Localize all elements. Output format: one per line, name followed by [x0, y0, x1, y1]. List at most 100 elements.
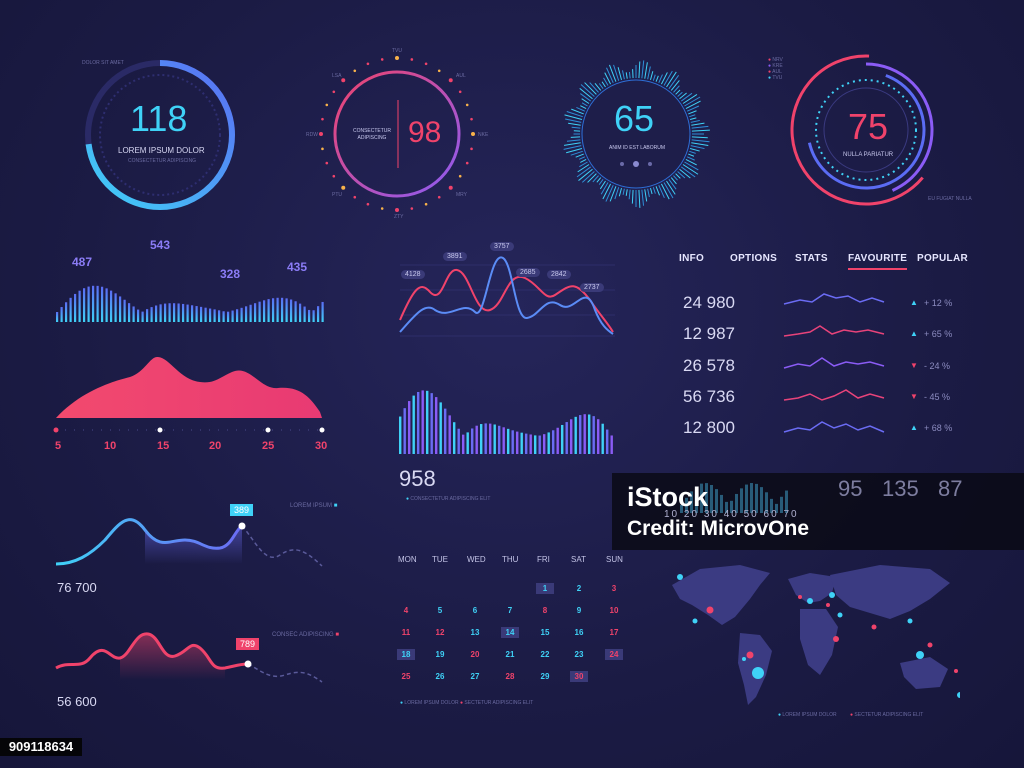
- peak-value-0: 487: [72, 255, 93, 269]
- calendar-day[interactable]: 29: [536, 671, 554, 682]
- calendar-header: FRI: [537, 555, 550, 564]
- gauge-ray: [568, 122, 581, 126]
- calendar-day[interactable]: 12: [431, 627, 449, 638]
- gauge-ray: [652, 74, 656, 81]
- stat-pct-3: - 45 %: [924, 392, 951, 402]
- calendar-day[interactable]: 9: [570, 605, 588, 616]
- map-legend-0: ● LOREM IPSUM DOLOR: [778, 712, 837, 718]
- gauge-1-top-label: DOLOR SIT AMET: [82, 60, 124, 66]
- gauge-ray: [681, 92, 693, 102]
- calendar-day[interactable]: 27: [466, 671, 484, 682]
- gauge-2-tick-2: NKE: [478, 132, 489, 138]
- overlay-number-0: 95: [838, 476, 863, 501]
- calendar-day[interactable]: 21: [501, 649, 519, 660]
- calendar-day[interactable]: 28: [501, 671, 519, 682]
- calendar-day[interactable]: 25: [397, 671, 415, 682]
- tab-popular[interactable]: POPULAR: [917, 253, 968, 264]
- calendar-day[interactable]: 19: [431, 649, 449, 660]
- calendar-day[interactable]: 6: [466, 605, 484, 616]
- gauge-ray: [621, 70, 625, 80]
- tab-info[interactable]: INFO: [679, 253, 704, 264]
- peak-bar: [245, 306, 248, 322]
- peak-bar: [92, 285, 95, 322]
- peak-bar: [231, 310, 234, 322]
- calendar-day[interactable]: 26: [431, 671, 449, 682]
- peak-bar: [119, 296, 122, 322]
- calendar-day[interactable]: 15: [536, 627, 554, 638]
- calendar-day[interactable]: 11: [397, 627, 415, 638]
- calendar-day[interactable]: 1: [536, 583, 554, 594]
- calendar-day[interactable]: 7: [501, 605, 519, 616]
- calendar-day[interactable]: 23: [570, 649, 588, 660]
- calendar-day[interactable]: 10: [605, 605, 623, 616]
- gauge-dot: [341, 185, 346, 190]
- map-dot: [706, 606, 714, 614]
- map-dot: [826, 603, 830, 607]
- calendar-day[interactable]: 8: [536, 605, 554, 616]
- gauge-ray: [660, 183, 670, 200]
- calendar-day[interactable]: 13: [466, 627, 484, 638]
- calendar-day[interactable]: 30: [570, 671, 588, 682]
- gauge-1-sub: CONSECTETUR ADIPISCING: [128, 158, 197, 164]
- bar-chart-bar: [525, 433, 528, 454]
- calendar-legend-1: ● SECTETUR ADIPISCING ELIT: [460, 700, 534, 706]
- gauge-ray: [689, 117, 697, 120]
- wave-1-value: 76 700: [57, 580, 97, 595]
- peak-bar: [83, 288, 86, 322]
- gauge-ray: [638, 189, 641, 208]
- gauge-ray: [650, 187, 653, 195]
- peak-bar: [132, 306, 135, 322]
- gauge-ray: [580, 93, 591, 102]
- gauge-ray: [641, 189, 645, 206]
- gauge-ray: [571, 126, 581, 129]
- gauge-ray: [691, 142, 709, 146]
- gauge-dot: [319, 132, 323, 136]
- calendar-day[interactable]: 22: [536, 649, 554, 660]
- tab-options[interactable]: OPTIONS: [730, 253, 777, 264]
- gauge-ray: [563, 145, 582, 150]
- calendar-day[interactable]: 24: [605, 649, 623, 660]
- map-dot: [916, 651, 924, 659]
- calendar-day[interactable]: 16: [570, 627, 588, 638]
- gauge-ray: [644, 62, 648, 79]
- peak-bar: [254, 303, 257, 322]
- peak-bar: [308, 309, 311, 322]
- bar-chart-bar: [507, 428, 510, 454]
- gauge-dot: [366, 202, 370, 206]
- calendar-day[interactable]: 20: [466, 649, 484, 660]
- map-dot: [677, 574, 683, 580]
- bar-chart-bar: [498, 425, 501, 454]
- bar-chart-bar: [538, 435, 541, 454]
- tab-favourite[interactable]: FAVOURITE: [848, 253, 908, 270]
- line-tag-1: 3891: [443, 252, 467, 261]
- bar-chart-bar: [579, 415, 582, 454]
- gauge-dot: [470, 117, 473, 121]
- gauge-ray: [606, 67, 614, 84]
- peak-bar: [281, 297, 284, 322]
- calendar-day[interactable]: 18: [397, 649, 415, 660]
- gauge-4-label: NULLA PARIATUR: [843, 152, 894, 158]
- calendar-day[interactable]: 2: [570, 583, 588, 594]
- gauge-ray: [689, 114, 696, 118]
- watermark-credit: Credit: MicrovOne: [627, 517, 810, 540]
- bar-chart-bar: [453, 422, 456, 454]
- gauge-ray: [628, 71, 631, 79]
- gauge-ray: [652, 187, 656, 194]
- gauge-ray: [622, 188, 625, 195]
- gauge-ray: [644, 189, 648, 202]
- peak-bar: [87, 286, 90, 322]
- wave-1-legend: LOREM IPSUM ■: [290, 503, 338, 509]
- calendar-day[interactable]: 4: [397, 605, 415, 616]
- calendar-header: WED: [467, 555, 486, 564]
- peak-bar: [303, 306, 306, 322]
- calendar-day[interactable]: 17: [605, 627, 623, 638]
- peak-bar: [164, 303, 167, 322]
- calendar-day[interactable]: 3: [605, 583, 623, 594]
- calendar-day[interactable]: 5: [431, 605, 449, 616]
- calendar-day[interactable]: 14: [501, 627, 519, 638]
- bar-chart-bar: [543, 434, 546, 454]
- tab-stats[interactable]: STATS: [795, 253, 828, 264]
- gauge-ray: [587, 173, 597, 183]
- gauge-ray: [670, 80, 680, 91]
- gauge-ray: [563, 142, 581, 146]
